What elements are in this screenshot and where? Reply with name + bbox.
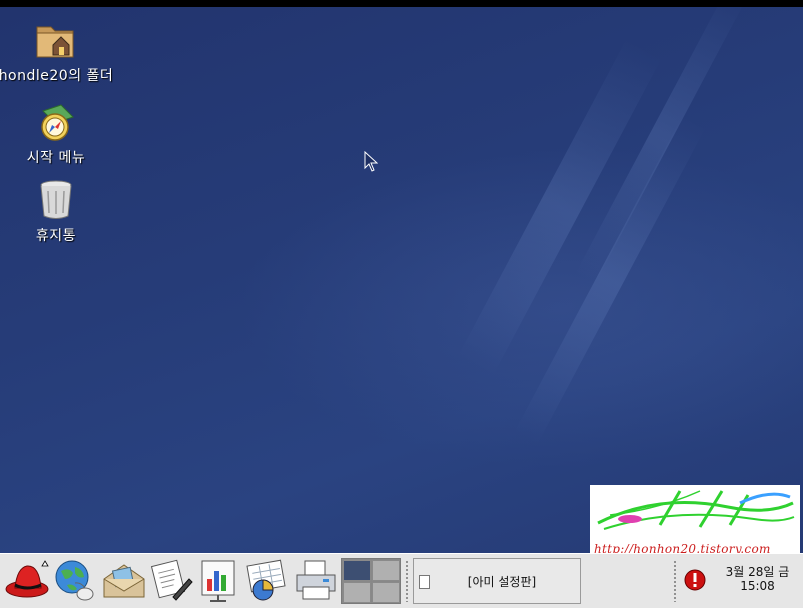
presentation-chart-icon — [201, 560, 235, 602]
signature-graphic — [597, 490, 795, 530]
workspace-3[interactable] — [343, 582, 371, 603]
panel-drag-handle[interactable] — [673, 560, 677, 602]
taskbar-window-button[interactable]: [아미 설정판] — [413, 558, 581, 604]
desktop-icon-start-here[interactable]: 시작 메뉴 — [0, 99, 116, 167]
spreadsheet-pie-icon — [246, 559, 286, 601]
top-black-bar — [0, 0, 803, 7]
panel-clock[interactable]: 3월 28일 금 15:08 — [712, 565, 803, 593]
workspace-switcher — [341, 558, 401, 604]
workspace-2[interactable] — [372, 560, 400, 581]
globe-mouse-icon — [55, 560, 94, 601]
print-manager-launcher[interactable] — [293, 557, 339, 603]
trash-icon — [40, 180, 72, 219]
clock-time: 15:08 — [740, 579, 775, 593]
web-browser-launcher[interactable] — [51, 557, 97, 603]
alert-exclamation-icon — [684, 569, 706, 591]
pointer-arrow-icon — [364, 150, 379, 172]
presentation-launcher[interactable] — [196, 557, 242, 603]
start-here-icon — [41, 104, 74, 141]
desktop-icon-home-folder[interactable]: hondle20의 폴더 — [0, 17, 116, 85]
word-processor-launcher[interactable] — [149, 557, 195, 603]
desktop-icon-label: 시작 메뉴 — [26, 150, 86, 166]
desktop[interactable]: hondle20의 폴더 시작 메뉴 휴지통 http://honhon20.t… — [0, 7, 803, 553]
mail-envelope-icon — [103, 564, 145, 598]
red-hat-icon — [5, 560, 49, 598]
workspace-4[interactable] — [372, 582, 400, 603]
update-alert-button[interactable] — [684, 569, 706, 595]
spreadsheet-launcher[interactable] — [245, 557, 291, 603]
watermark-box: http://honhon20.tistory.com — [590, 485, 800, 553]
taskbar-window-label: [아미 설정판] — [467, 575, 537, 589]
mouse-pointer — [364, 150, 379, 177]
clock-date: 3월 28일 금 — [725, 565, 790, 579]
home-folder-icon — [36, 26, 74, 58]
desktop-icon-trash[interactable]: 휴지통 — [0, 177, 116, 245]
panel-drag-handle[interactable] — [405, 560, 409, 602]
desktop-icon-label: hondle20의 폴더 — [0, 68, 114, 84]
document-pen-icon — [150, 559, 193, 601]
main-menu-button[interactable] — [4, 557, 50, 603]
desktop-icon-label: 휴지통 — [35, 228, 77, 244]
bottom-panel: [아미 설정판] 3월 28일 금 15:08 — [0, 553, 803, 608]
printer-icon — [296, 560, 336, 600]
watermark-url: http://honhon20.tistory.com — [594, 542, 771, 553]
email-launcher[interactable] — [100, 557, 146, 603]
workspace-1[interactable] — [343, 560, 371, 581]
